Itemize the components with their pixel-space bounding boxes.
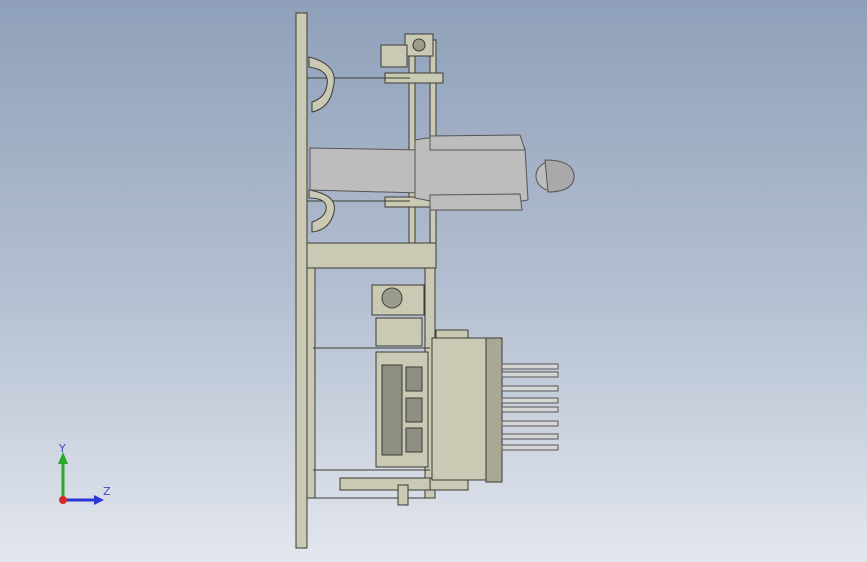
base-plate — [295, 12, 308, 549]
figure-arms — [429, 134, 526, 151]
tube-7 — [501, 433, 559, 440]
tube-1 — [501, 363, 559, 370]
cabinet-left-post — [306, 267, 316, 499]
mechanism-slot-1 — [405, 366, 423, 392]
upper-left-post — [408, 39, 416, 244]
mechanism-slot-2 — [405, 397, 423, 423]
tube-8 — [501, 444, 559, 451]
tube-6 — [501, 420, 559, 427]
z-axis-label: Z — [103, 485, 111, 498]
cabinet-top — [306, 242, 437, 269]
tube-4 — [501, 397, 559, 404]
bottom-block — [397, 484, 409, 506]
cad-viewport[interactable]: Y Z — [0, 0, 867, 562]
figure-helmet — [544, 159, 575, 193]
top-motor-body — [380, 44, 408, 68]
tube-3 — [501, 385, 559, 392]
y-axis-label: Y — [59, 442, 66, 455]
mannequin-figure — [309, 134, 575, 211]
tube-5 — [501, 406, 559, 413]
figure-legs — [309, 147, 421, 194]
x-axis-dot — [59, 496, 67, 504]
figure-arms-lower — [429, 193, 523, 211]
mechanism-chain — [381, 364, 403, 456]
gearbox-wheel — [381, 287, 403, 309]
bottom-rail — [339, 477, 436, 491]
mechanism-slot-3 — [405, 427, 423, 453]
tube-2 — [501, 371, 559, 378]
motor-fan — [412, 38, 426, 52]
machine-assembly-model[interactable] — [0, 0, 867, 562]
side-box-cap — [485, 337, 503, 483]
orientation-triad: Y Z — [52, 440, 122, 510]
lower-foot-cup — [308, 189, 335, 233]
upper-foot-cup — [308, 56, 335, 113]
side-box-top — [435, 329, 469, 339]
side-box — [431, 337, 491, 481]
gearbox-plate — [375, 317, 423, 347]
